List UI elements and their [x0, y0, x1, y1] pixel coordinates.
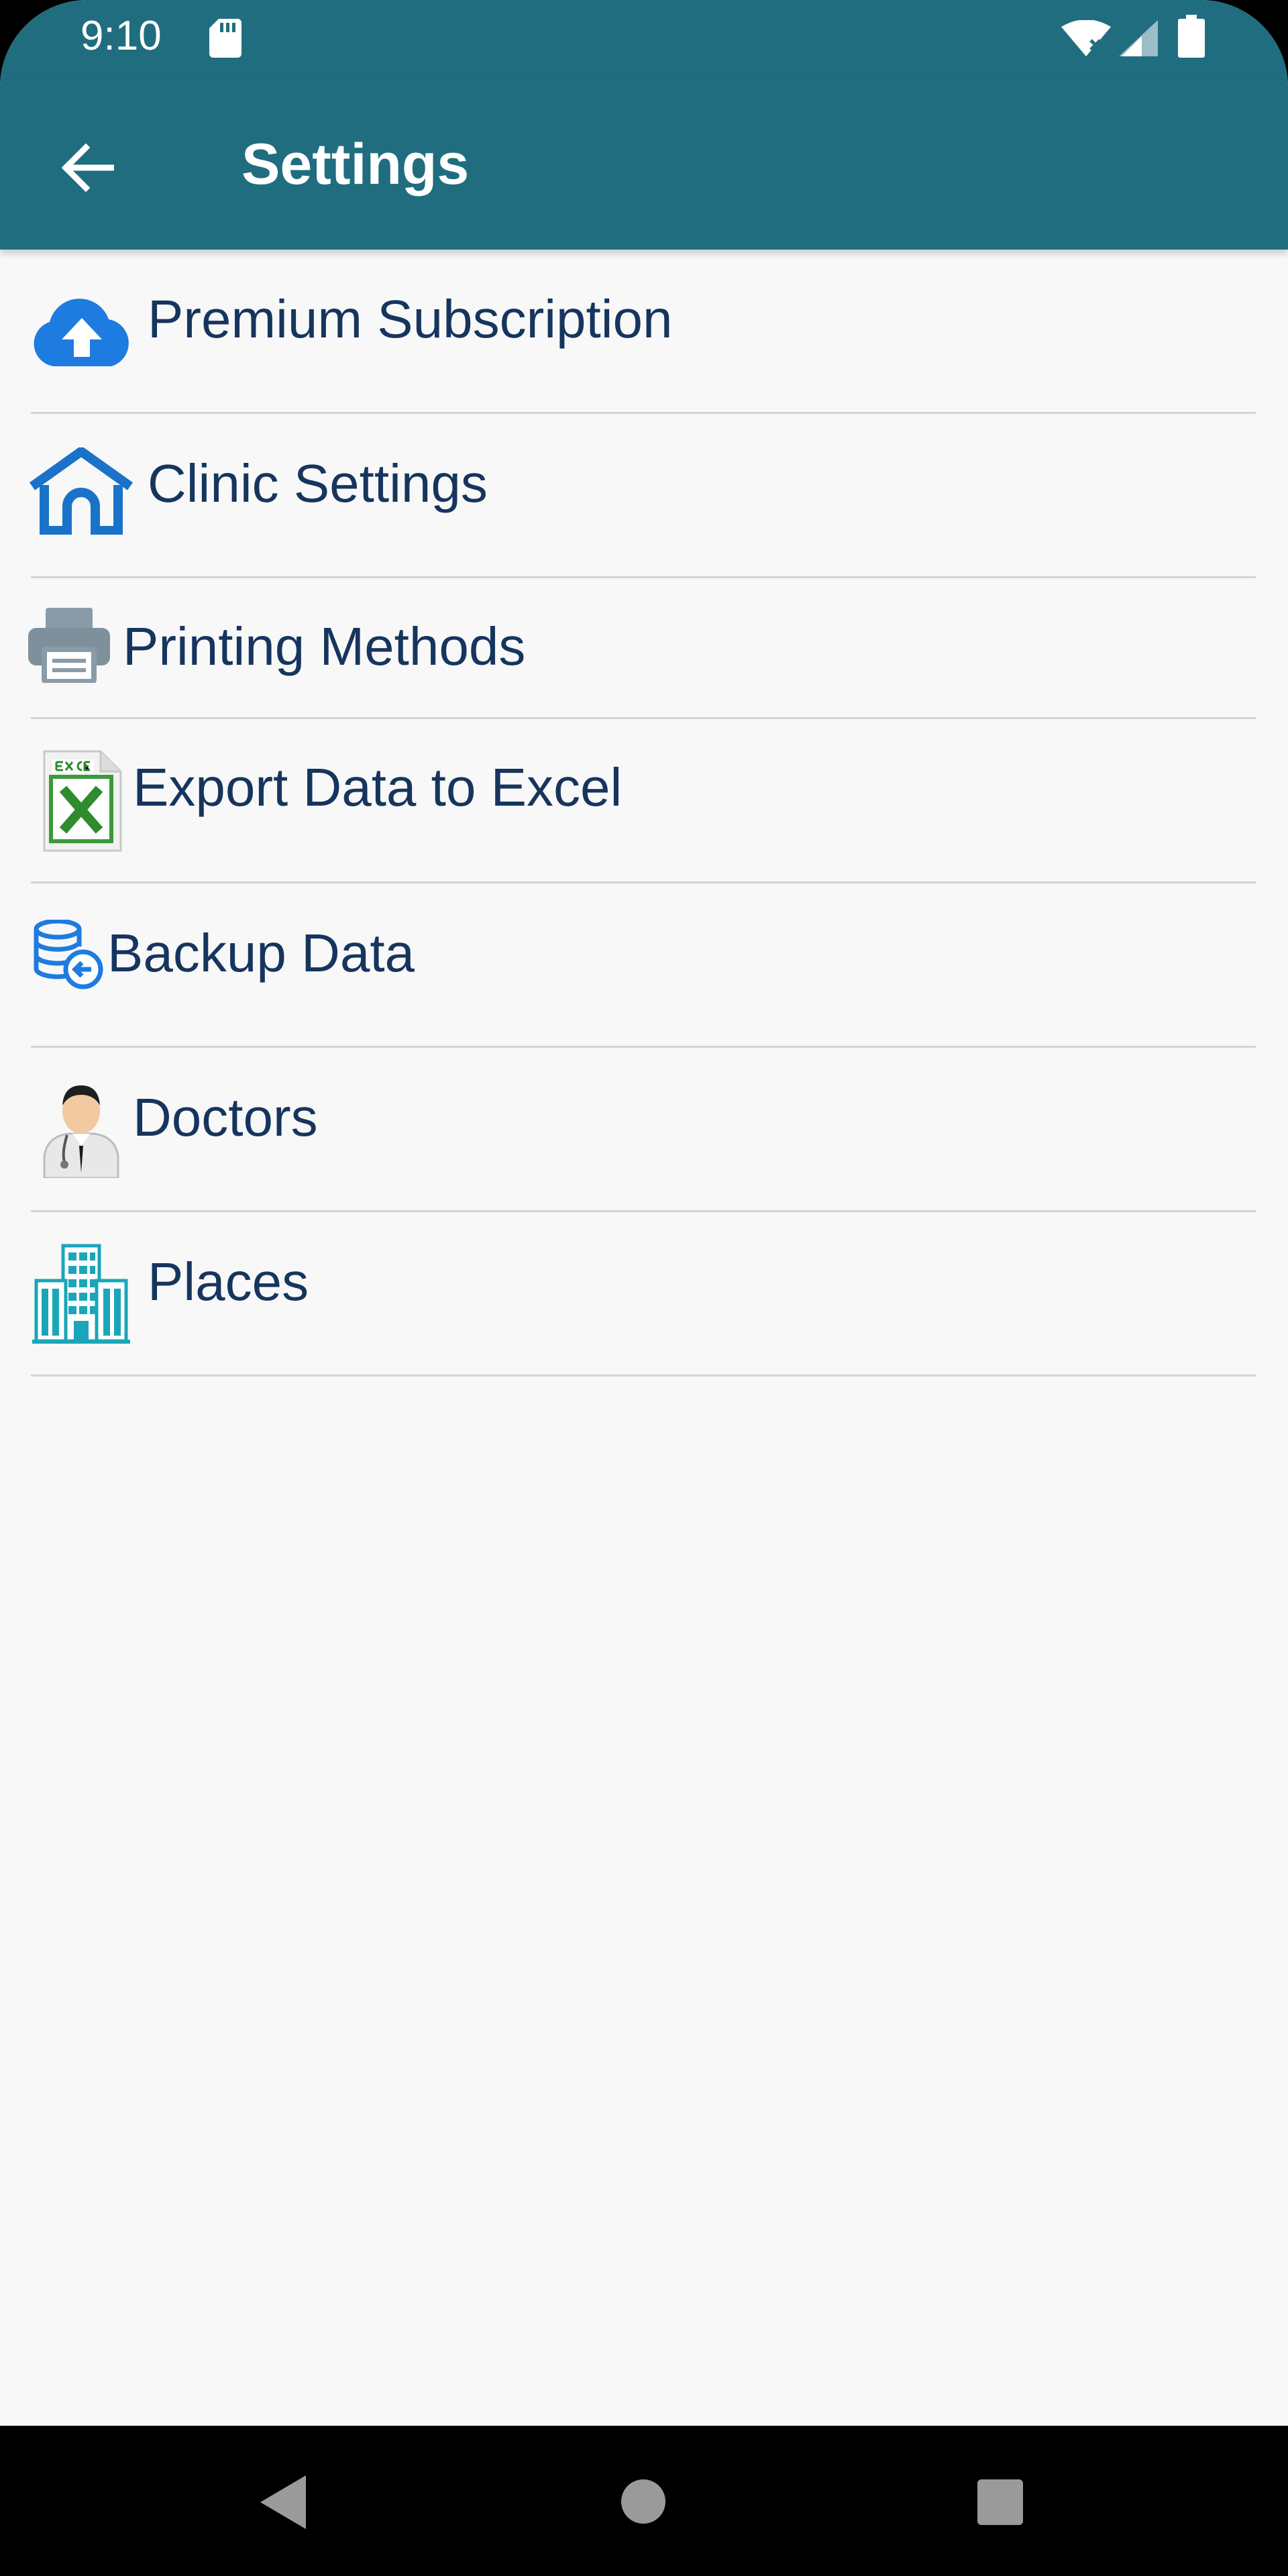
- settings-item-places[interactable]: Places: [0, 1212, 1288, 1377]
- battery-icon: [1178, 15, 1205, 58]
- settings-list: Premium Subscription Clinic Settings Pri…: [0, 250, 1288, 1377]
- building-icon: [32, 1243, 130, 1344]
- nav-home-button[interactable]: [621, 2479, 665, 2524]
- divider: [31, 1375, 1256, 1377]
- house-icon: [30, 447, 133, 535]
- system-navigation-bar: [0, 2426, 1288, 2576]
- settings-item-label: Premium Subscription: [148, 289, 673, 349]
- signal-icon: [1119, 20, 1158, 56]
- doctor-icon: [42, 1079, 121, 1178]
- settings-item-premium-subscription[interactable]: Premium Subscription: [0, 250, 1288, 414]
- settings-item-label: Places: [148, 1252, 309, 1311]
- settings-item-printing-methods[interactable]: Printing Methods: [0, 578, 1288, 719]
- settings-item-label: Clinic Settings: [148, 453, 488, 513]
- settings-item-backup-data[interactable]: Backup Data: [0, 883, 1288, 1048]
- printer-icon: [28, 605, 110, 683]
- app-bar: Settings: [0, 80, 1288, 250]
- page-title: Settings: [241, 132, 470, 197]
- cloud-upload-icon: [30, 295, 133, 369]
- nav-back-button[interactable]: [258, 2474, 307, 2530]
- arrow-left-icon: [61, 144, 114, 192]
- status-bar: 9:10: [0, 0, 1288, 80]
- settings-item-label: Printing Methods: [123, 616, 526, 676]
- phone-screen: 9:10 Settings Premium Subscription Clini…: [0, 0, 1288, 2576]
- settings-item-label: Doctors: [133, 1087, 318, 1147]
- nav-recents-button[interactable]: [977, 2479, 1023, 2525]
- settings-item-clinic-settings[interactable]: Clinic Settings: [0, 414, 1288, 578]
- sd-card-icon: [209, 19, 241, 58]
- database-backup-icon: [34, 920, 103, 989]
- back-button[interactable]: [47, 127, 127, 208]
- status-time: 9:10: [80, 13, 162, 59]
- wifi-off-icon: [1061, 20, 1111, 56]
- settings-item-doctors[interactable]: Doctors: [0, 1048, 1288, 1212]
- settings-item-label: Export Data to Excel: [133, 757, 623, 817]
- excel-file-icon: [39, 750, 126, 852]
- settings-item-label: Backup Data: [107, 923, 415, 983]
- settings-item-export-data-to-excel[interactable]: Export Data to Excel: [0, 719, 1288, 883]
